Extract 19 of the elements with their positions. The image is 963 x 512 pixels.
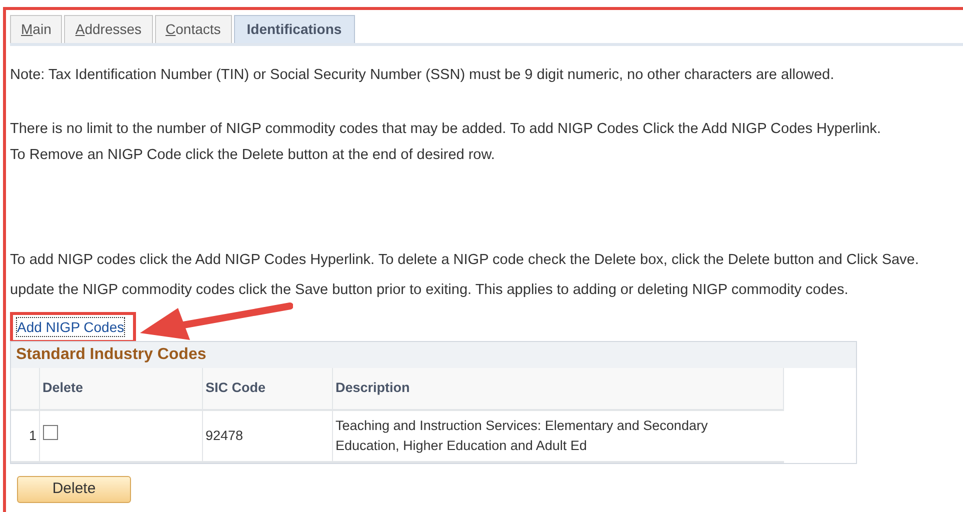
instruction-text: update the NIGP commodity codes click the Save button prior to exiting. This applies to adding or deleting NIGP commodity codes. bbox=[10, 281, 850, 300]
column-header: Delete bbox=[42, 380, 84, 396]
tab[interactable]: Contacts bbox=[154, 15, 232, 43]
note-text: Note: Tax Identification Number (TIN) or Social Security Number (SSN) must be 9 digit numeric, no other characters are allowed. bbox=[10, 66, 836, 85]
tab[interactable]: Identifications bbox=[234, 15, 355, 43]
sic-code-cell: 92478 bbox=[206, 428, 244, 443]
instruction-text: There is no limit to the number of NIGP commodity codes that may be added. To add NIGP Codes Click the Add NIGP Codes Hyperlink. bbox=[10, 120, 882, 139]
delete-checkbox[interactable] bbox=[42, 425, 58, 440]
instruction-text: To Remove an NIGP Code click the Delete button at the end of desired row. bbox=[10, 146, 496, 164]
section-title: Standard Industry Codes bbox=[16, 344, 206, 365]
column-header: Description bbox=[336, 380, 410, 396]
add-codes-link[interactable]: Add NIGP Codes bbox=[16, 317, 126, 338]
row-number: 1 bbox=[28, 428, 36, 443]
instruction-text: To add NIGP codes click the Add NIGP Codes Hyperlink. To delete a NIGP code check the Delete box, click the Delete button and Click Save. bbox=[10, 251, 920, 270]
tab[interactable]: Main bbox=[10, 15, 62, 43]
tab[interactable]: Addresses bbox=[64, 15, 153, 43]
delete-button[interactable]: Delete bbox=[17, 476, 131, 503]
column-header: SIC Code bbox=[206, 380, 266, 396]
description-cell: Teaching and Instruction Services: Elementary and Secondary Education, Higher Education and Adult Ed bbox=[336, 418, 708, 453]
